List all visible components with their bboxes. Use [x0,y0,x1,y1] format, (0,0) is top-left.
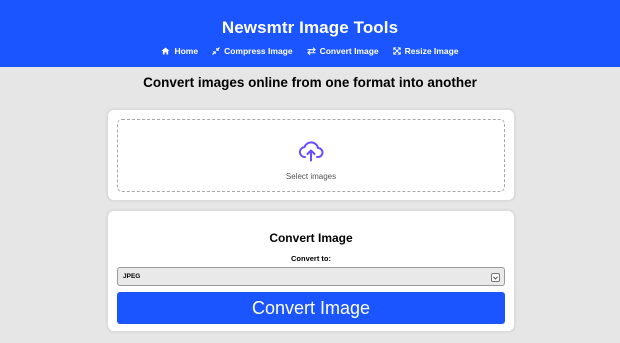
convert-card: Convert Image Convert to: JPEG Convert I… [107,210,515,332]
page-headline: Convert images online from one format in… [143,75,477,90]
nav-convert-image[interactable]: Convert Image [307,46,379,56]
nav-compress-image[interactable]: Compress Image [212,46,293,56]
compress-icon [212,47,220,55]
format-select[interactable]: JPEG [117,267,505,286]
resize-icon [392,47,401,55]
nav-resize-label: Resize Image [404,46,459,56]
nav-home[interactable]: Home [161,46,198,56]
convert-card-title: Convert Image [269,231,353,245]
chevron-down-icon [491,273,500,282]
convert-arrows-icon [307,47,316,55]
upload-card: Select images [107,109,515,201]
image-dropzone[interactable]: Select images [117,119,505,192]
nav-resize-image[interactable]: Resize Image [392,46,459,56]
nav-convert-label: Convert Image [319,46,379,56]
convert-to-label: Convert to: [291,254,331,263]
format-select-value: JPEG [123,273,141,280]
home-icon [161,47,170,55]
main-nav: Home Compress Image Convert Image Resize… [0,46,620,56]
cloud-upload-icon [298,141,324,162]
site-title: Newsmtr Image Tools [221,18,399,37]
nav-home-label: Home [174,46,199,56]
app-header: Newsmtr Image Tools Home Compress Image … [0,0,620,67]
select-images-label: Select images [285,172,337,181]
convert-image-button[interactable]: Convert Image [117,292,505,324]
nav-compress-label: Compress Image [224,46,293,56]
